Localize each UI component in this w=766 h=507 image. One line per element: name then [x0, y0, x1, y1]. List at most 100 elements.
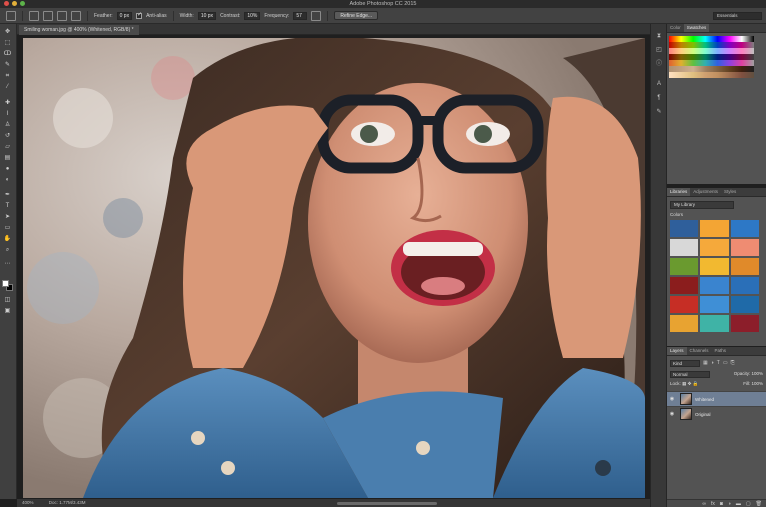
- library-color-swatch[interactable]: [700, 315, 729, 332]
- opacity-input[interactable]: 100%: [751, 371, 763, 376]
- library-color-swatch[interactable]: [670, 239, 699, 256]
- path-selection-tool-icon[interactable]: ➤: [3, 213, 12, 221]
- layer-row[interactable]: ◉ Original: [667, 406, 766, 421]
- paragraph-panel-icon[interactable]: ¶: [655, 94, 663, 102]
- lock-all-icon[interactable]: 🔒: [693, 381, 699, 386]
- library-color-swatch[interactable]: [670, 258, 699, 275]
- new-adjustment-icon[interactable]: ◑: [728, 501, 731, 507]
- eyedropper-tool-icon[interactable]: ⁄: [3, 83, 12, 91]
- zoom-level[interactable]: 400%: [22, 500, 34, 505]
- library-color-swatch[interactable]: [670, 315, 699, 332]
- link-layers-icon[interactable]: ∞: [702, 501, 706, 507]
- lasso-tool-icon[interactable]: ↀ: [3, 50, 12, 58]
- new-layer-icon[interactable]: ▢: [746, 501, 751, 507]
- tab-adjustments[interactable]: Adjustments: [690, 188, 721, 196]
- library-color-swatch[interactable]: [730, 239, 759, 256]
- smart-object-filter-icon[interactable]: ⎘: [731, 360, 735, 366]
- new-selection-icon[interactable]: [29, 10, 39, 21]
- library-color-swatch[interactable]: [700, 277, 729, 294]
- eraser-tool-icon[interactable]: ▱: [3, 143, 12, 151]
- intersect-selection-icon[interactable]: [71, 10, 81, 21]
- healing-brush-tool-icon[interactable]: ✚: [3, 99, 12, 107]
- workspace-switcher[interactable]: Essentials: [713, 12, 762, 20]
- library-color-swatch[interactable]: [730, 220, 759, 237]
- clone-stamp-tool-icon[interactable]: ♙: [3, 121, 12, 129]
- foreground-color-swatch[interactable]: [2, 280, 9, 287]
- brush-presets-icon[interactable]: ✎: [655, 108, 663, 116]
- quick-selection-tool-icon[interactable]: ✎: [3, 61, 12, 69]
- library-color-swatch[interactable]: [700, 258, 729, 275]
- library-color-swatch[interactable]: [700, 220, 729, 237]
- hand-tool-icon[interactable]: ✋: [3, 235, 12, 243]
- tab-swatches[interactable]: Swatches: [683, 24, 710, 32]
- delete-layer-icon[interactable]: 🗑: [756, 501, 762, 507]
- gradient-tool-icon[interactable]: ▤: [3, 154, 12, 162]
- info-panel-icon[interactable]: ⓘ: [655, 60, 663, 68]
- crop-tool-icon[interactable]: ⌗: [3, 72, 12, 80]
- type-tool-icon[interactable]: T: [3, 202, 12, 210]
- blend-mode-dropdown[interactable]: Normal: [670, 371, 710, 378]
- document-canvas[interactable]: [23, 38, 645, 498]
- library-color-swatch[interactable]: [730, 277, 759, 294]
- library-dropdown[interactable]: My Library: [670, 201, 734, 209]
- feather-input[interactable]: 0 px: [116, 11, 133, 20]
- edit-toolbar-icon[interactable]: ⋯: [3, 260, 12, 268]
- new-group-icon[interactable]: ▬: [736, 501, 741, 507]
- adjustment-filter-icon[interactable]: ◑: [711, 360, 714, 366]
- width-input[interactable]: 10 px: [197, 11, 217, 20]
- character-panel-icon[interactable]: A: [655, 80, 663, 88]
- marquee-tool-icon[interactable]: ⬚: [3, 39, 12, 47]
- properties-panel-icon[interactable]: ◰: [655, 46, 663, 54]
- library-color-swatch[interactable]: [700, 239, 729, 256]
- add-to-selection-icon[interactable]: [43, 10, 53, 21]
- tab-channels[interactable]: Channels: [687, 347, 712, 355]
- tab-color[interactable]: Color: [667, 24, 684, 32]
- library-color-swatch[interactable]: [670, 296, 699, 313]
- history-panel-icon[interactable]: ⧗: [655, 32, 663, 40]
- shape-tool-icon[interactable]: ▭: [3, 224, 12, 232]
- visibility-eye-icon[interactable]: ◉: [668, 411, 676, 417]
- shape-filter-icon[interactable]: ▭: [723, 360, 728, 366]
- document-tab[interactable]: Smiling woman.jpg @ 400% (Whitened, RGB/…: [19, 25, 139, 35]
- quick-mask-icon[interactable]: ◫: [3, 296, 12, 304]
- tab-styles[interactable]: Styles: [721, 188, 739, 196]
- library-color-swatch[interactable]: [670, 277, 699, 294]
- tab-paths[interactable]: Paths: [712, 347, 730, 355]
- anti-alias-checkbox[interactable]: [136, 11, 142, 19]
- layer-row[interactable]: ◉ Whitened: [667, 391, 766, 406]
- brush-tool-icon[interactable]: ǀ: [3, 110, 12, 118]
- frequency-input[interactable]: 57: [293, 11, 308, 20]
- type-filter-icon[interactable]: T: [717, 360, 720, 366]
- lock-pixels-icon[interactable]: ▦: [682, 381, 686, 386]
- tab-libraries[interactable]: Libraries: [667, 188, 691, 196]
- tab-layers[interactable]: Layers: [667, 347, 687, 355]
- library-color-swatch[interactable]: [730, 315, 759, 332]
- move-tool-icon[interactable]: ✥: [3, 28, 12, 36]
- zoom-tool-icon[interactable]: ⌕: [3, 246, 12, 254]
- library-color-swatch[interactable]: [730, 296, 759, 313]
- pen-tool-icon[interactable]: ✒: [3, 191, 12, 199]
- layer-style-icon[interactable]: fx: [711, 501, 715, 507]
- library-color-swatch[interactable]: [730, 258, 759, 275]
- screen-mode-icon[interactable]: ▣: [3, 307, 12, 315]
- visibility-eye-icon[interactable]: ◉: [668, 396, 676, 402]
- library-color-swatch[interactable]: [700, 296, 729, 313]
- divider: [327, 10, 329, 21]
- layer-kind-filter[interactable]: Kind: [670, 359, 700, 367]
- history-brush-tool-icon[interactable]: ↺: [3, 132, 12, 140]
- blur-tool-icon[interactable]: ●: [3, 165, 12, 173]
- add-mask-icon[interactable]: ◙: [720, 501, 723, 507]
- horizontal-scrollbar[interactable]: [337, 502, 437, 505]
- library-color-swatch[interactable]: [670, 220, 699, 237]
- swatch-grid[interactable]: [669, 36, 754, 78]
- pen-pressure-icon[interactable]: [311, 10, 322, 21]
- fill-input[interactable]: 100%: [751, 381, 763, 386]
- pixel-filter-icon[interactable]: ▦: [703, 360, 708, 366]
- lasso-tool-preset-icon[interactable]: [6, 10, 16, 21]
- subtract-from-selection-icon[interactable]: [57, 10, 67, 21]
- lock-position-icon[interactable]: ✥: [688, 381, 692, 386]
- document-size[interactable]: Doc: 1.77M/3.43M: [49, 500, 86, 505]
- dodge-tool-icon[interactable]: ◐: [3, 176, 12, 184]
- refine-edge-button[interactable]: Refine Edge...: [334, 11, 379, 20]
- contrast-input[interactable]: 10%: [244, 11, 261, 20]
